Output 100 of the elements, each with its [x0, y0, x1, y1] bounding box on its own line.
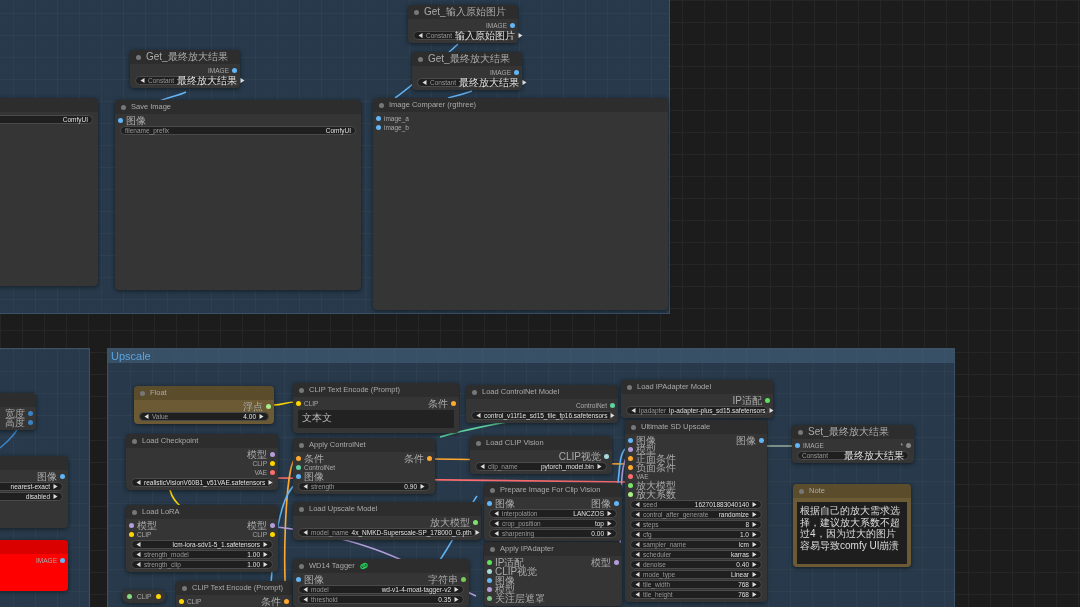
output-dot[interactable] — [510, 23, 515, 28]
right-arrow-icon[interactable] — [268, 479, 274, 485]
output-dot[interactable] — [232, 68, 237, 73]
node-card[interactable] — [625, 420, 767, 602]
node-dot-icon — [299, 442, 304, 448]
output-dot[interactable] — [610, 403, 615, 408]
node-dot-icon — [136, 54, 141, 60]
left-arrow-icon[interactable] — [418, 32, 423, 38]
slot-label: 高度 — [5, 418, 25, 427]
slot-label: 图像 — [304, 575, 324, 584]
slot-label: 模型 — [247, 521, 267, 530]
input-dot[interactable] — [296, 474, 301, 479]
input-dot[interactable] — [179, 599, 184, 604]
link-icon[interactable] — [359, 562, 368, 570]
output-dot[interactable] — [28, 420, 33, 425]
input-dot[interactable] — [296, 401, 301, 406]
right-arrow-icon[interactable] — [768, 407, 774, 413]
node-header[interactable]: Set_最终放大结果 — [792, 425, 914, 439]
input-dot[interactable] — [296, 456, 301, 461]
output-dot[interactable] — [270, 452, 275, 457]
input-dot[interactable] — [118, 118, 123, 123]
input-dot[interactable] — [127, 594, 132, 599]
node-dot-icon — [798, 429, 803, 435]
input-dot[interactable] — [487, 560, 492, 565]
left-arrow-icon[interactable] — [140, 77, 145, 83]
input-dot[interactable] — [487, 578, 492, 583]
node-title: Get_最终放大结果 — [428, 52, 510, 66]
node-dot-icon — [476, 440, 481, 446]
input-dot[interactable] — [487, 501, 492, 506]
slot-label: CLIP视觉 — [495, 567, 538, 576]
node-dot-icon — [121, 104, 126, 110]
left-arrow-icon[interactable] — [631, 407, 636, 413]
input-dot[interactable] — [628, 474, 633, 479]
node-dot-icon — [132, 438, 137, 444]
output-dot[interactable] — [266, 404, 271, 409]
output-dot[interactable] — [461, 577, 466, 582]
left-arrow-icon[interactable] — [422, 79, 427, 85]
node-header[interactable]: Get_最终放大结果 — [412, 52, 522, 66]
slot-label: 图像 — [495, 499, 515, 508]
slot-label: 字符串 — [428, 575, 458, 584]
output-dot[interactable] — [427, 456, 432, 461]
input-dot[interactable] — [376, 125, 381, 130]
output-dot[interactable] — [270, 461, 275, 466]
slot-label: 浮点 — [243, 402, 263, 411]
output-dot[interactable] — [906, 443, 911, 448]
input-dot[interactable] — [129, 532, 134, 537]
output-dot[interactable] — [156, 594, 162, 599]
right-arrow-icon[interactable] — [240, 77, 246, 83]
left-arrow-icon[interactable] — [476, 412, 481, 418]
output-dot[interactable] — [270, 470, 275, 475]
output-dot[interactable] — [284, 599, 289, 604]
right-arrow-icon[interactable] — [420, 483, 425, 489]
input-dot[interactable] — [795, 443, 800, 448]
right-arrow-icon[interactable] — [518, 32, 524, 38]
output-dot[interactable] — [759, 438, 764, 443]
input-dot[interactable] — [628, 492, 633, 497]
output-dot[interactable] — [473, 520, 478, 525]
input-dot[interactable] — [628, 447, 633, 452]
right-arrow-icon[interactable] — [522, 79, 528, 85]
right-arrow-icon[interactable] — [610, 412, 616, 418]
input-dot[interactable] — [487, 587, 492, 592]
input-dot[interactable] — [487, 596, 492, 601]
prompt-text-field[interactable]: 文本文 — [298, 410, 454, 428]
left-arrow-icon[interactable] — [144, 413, 149, 419]
slot-label: 关注层遮罩 — [495, 594, 545, 603]
input-dot[interactable] — [628, 438, 633, 443]
node-title: Get_最终放大结果 — [146, 50, 228, 64]
input-dot[interactable] — [296, 577, 301, 582]
right-arrow-icon[interactable] — [259, 413, 264, 419]
right-arrow-icon[interactable] — [474, 529, 480, 535]
left-arrow-icon[interactable] — [303, 529, 308, 535]
input-dot[interactable] — [487, 569, 492, 574]
right-arrow-icon[interactable] — [597, 463, 602, 469]
output-dot[interactable] — [451, 401, 456, 406]
node-header[interactable]: Get_最终放大结果 — [130, 50, 240, 64]
output-dot[interactable] — [28, 411, 33, 416]
output-dot[interactable] — [604, 454, 609, 459]
node-dot-icon — [627, 384, 632, 390]
input-dot[interactable] — [129, 523, 134, 528]
slot-label: CLIP视觉 — [558, 452, 601, 461]
input-dot[interactable] — [628, 483, 633, 488]
left-arrow-icon[interactable] — [480, 463, 485, 469]
output-dot[interactable] — [614, 501, 619, 506]
input-dot[interactable] — [628, 456, 633, 461]
output-dot[interactable] — [60, 558, 65, 563]
output-dot[interactable] — [614, 560, 619, 565]
left-arrow-icon[interactable] — [303, 483, 308, 489]
output-dot[interactable] — [765, 398, 770, 403]
input-dot[interactable] — [628, 465, 633, 470]
input-dot[interactable] — [376, 116, 381, 121]
output-dot[interactable] — [270, 523, 275, 528]
node-card[interactable]: 宽度 高度 — [0, 393, 36, 430]
note-text[interactable]: 根据自己的放大需求选择，建议放大系数不超过4，因为过大的图片容易导致comfy UI崩溃 — [797, 502, 907, 564]
output-dot[interactable] — [514, 70, 519, 75]
input-dot[interactable] — [296, 465, 301, 470]
output-dot[interactable] — [60, 474, 65, 479]
output-dot[interactable] — [270, 532, 275, 537]
node-title: Set_最终放大结果 — [808, 425, 889, 439]
node-header[interactable]: Get_输入原始图片 — [408, 5, 518, 19]
left-arrow-icon[interactable] — [136, 479, 141, 485]
